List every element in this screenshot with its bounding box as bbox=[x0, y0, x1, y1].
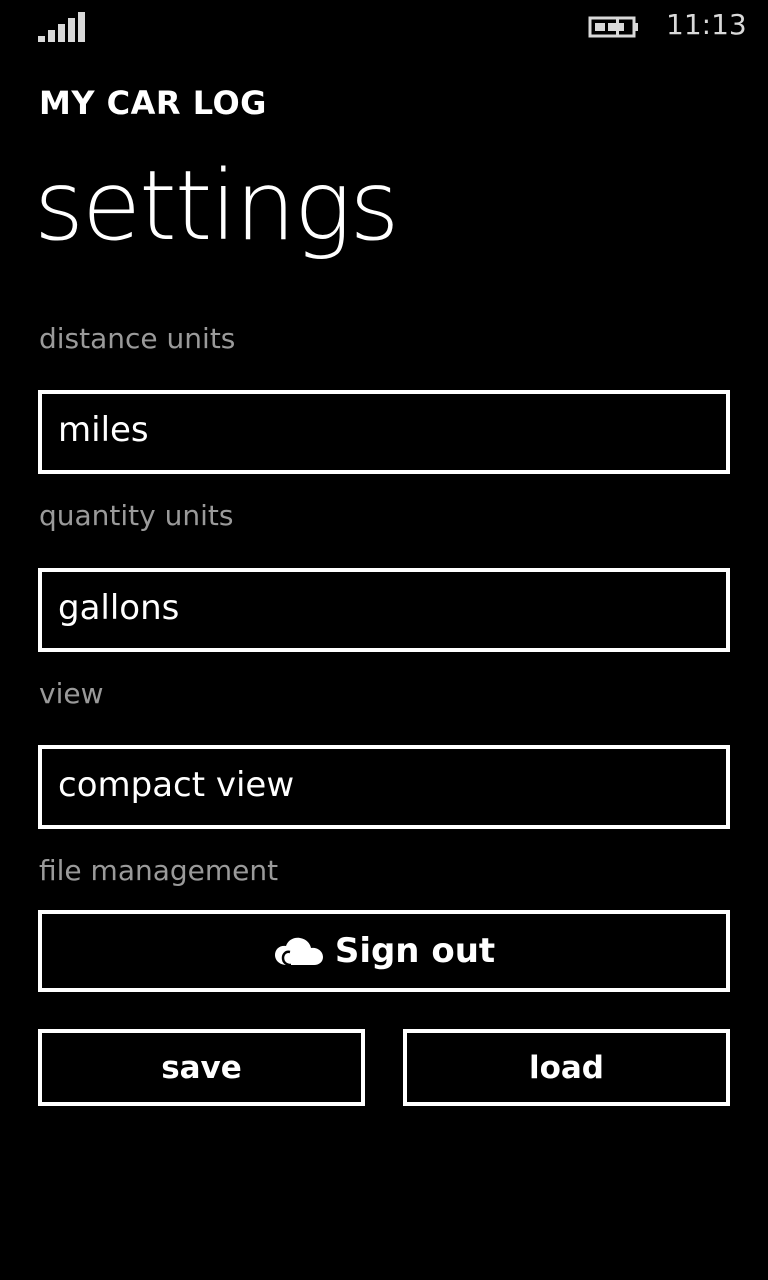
view-picker[interactable]: compact view bbox=[38, 745, 730, 829]
save-button[interactable]: save bbox=[38, 1029, 365, 1106]
status-bar: 11:13 bbox=[0, 0, 768, 56]
distance-units-value: miles bbox=[58, 410, 149, 450]
view-label: view bbox=[39, 677, 104, 710]
status-clock: 11:13 bbox=[666, 8, 747, 41]
quantity-units-label: quantity units bbox=[39, 499, 234, 532]
load-button[interactable]: load bbox=[403, 1029, 730, 1106]
cloud-icon bbox=[274, 937, 323, 967]
load-button-label: load bbox=[528, 1049, 605, 1086]
app-title: MY CAR LOG bbox=[39, 84, 267, 122]
sign-out-label: Sign out bbox=[334, 931, 496, 971]
view-value: compact view bbox=[58, 765, 295, 805]
distance-units-picker[interactable]: miles bbox=[38, 390, 730, 474]
battery-charging-icon bbox=[588, 16, 638, 38]
quantity-units-picker[interactable]: gallons bbox=[38, 568, 730, 652]
signal-strength-icon bbox=[38, 12, 85, 42]
save-button-label: save bbox=[161, 1049, 242, 1086]
quantity-units-value: gallons bbox=[58, 588, 180, 628]
sign-out-button[interactable]: Sign out bbox=[38, 910, 730, 992]
distance-units-label: distance units bbox=[39, 322, 236, 355]
file-management-label: file management bbox=[39, 854, 279, 887]
page-title: settings bbox=[34, 150, 399, 262]
